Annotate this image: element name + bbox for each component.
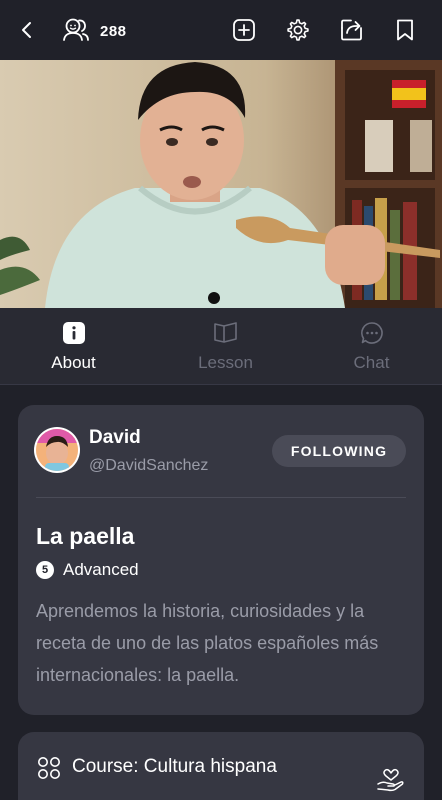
grid-circles-icon [37,756,61,780]
bookmark-icon[interactable] [390,15,420,45]
level-indicator: 5 Advanced [36,559,139,581]
tab-lesson-label: Lesson [198,353,253,372]
author-name[interactable]: David [89,427,141,449]
viewers-icon [62,16,90,47]
chat-bubble-icon [359,321,385,345]
share-icon[interactable] [337,15,367,45]
avatar[interactable] [36,429,78,471]
video-frame-image [0,60,442,308]
level-number-badge: 5 [36,561,54,579]
book-icon [213,321,239,345]
video-player[interactable] [0,60,442,308]
lesson-description: Aprendemos la historia, curiosidades y l… [36,601,379,685]
tab-lesson[interactable]: Lesson [152,308,299,384]
tab-chat-label: Chat [353,353,390,372]
author-handle: @DavidSanchez [89,457,209,474]
divider [36,497,406,498]
course-label: Course: Cultura hispana [72,756,277,777]
back-chevron-icon[interactable] [12,15,42,45]
following-button[interactable]: FOLLOWING [272,435,406,467]
tab-chat[interactable]: Chat [298,308,442,384]
top-bar: 288 [0,0,442,60]
tab-about[interactable]: About [0,308,147,384]
course-card[interactable]: Course: Cultura hispana [18,732,424,800]
level-label: Advanced [63,560,139,579]
about-panel: David @DavidSanchez FOLLOWING La paella … [0,385,442,800]
lesson-info-card: David @DavidSanchez FOLLOWING La paella … [18,405,424,715]
info-icon [61,321,87,345]
lesson-title: La paella [36,523,135,549]
app-screen: 288 About Lesson Chat David @DavidSanche… [0,0,442,800]
viewer-counter: 288 [62,15,127,47]
heart-hand-icon[interactable] [376,762,406,792]
settings-gear-icon[interactable] [283,15,313,45]
viewer-count: 288 [100,22,127,40]
tab-about-label: About [51,353,96,372]
tab-bar: About Lesson Chat [0,308,442,385]
add-icon[interactable] [229,15,259,45]
